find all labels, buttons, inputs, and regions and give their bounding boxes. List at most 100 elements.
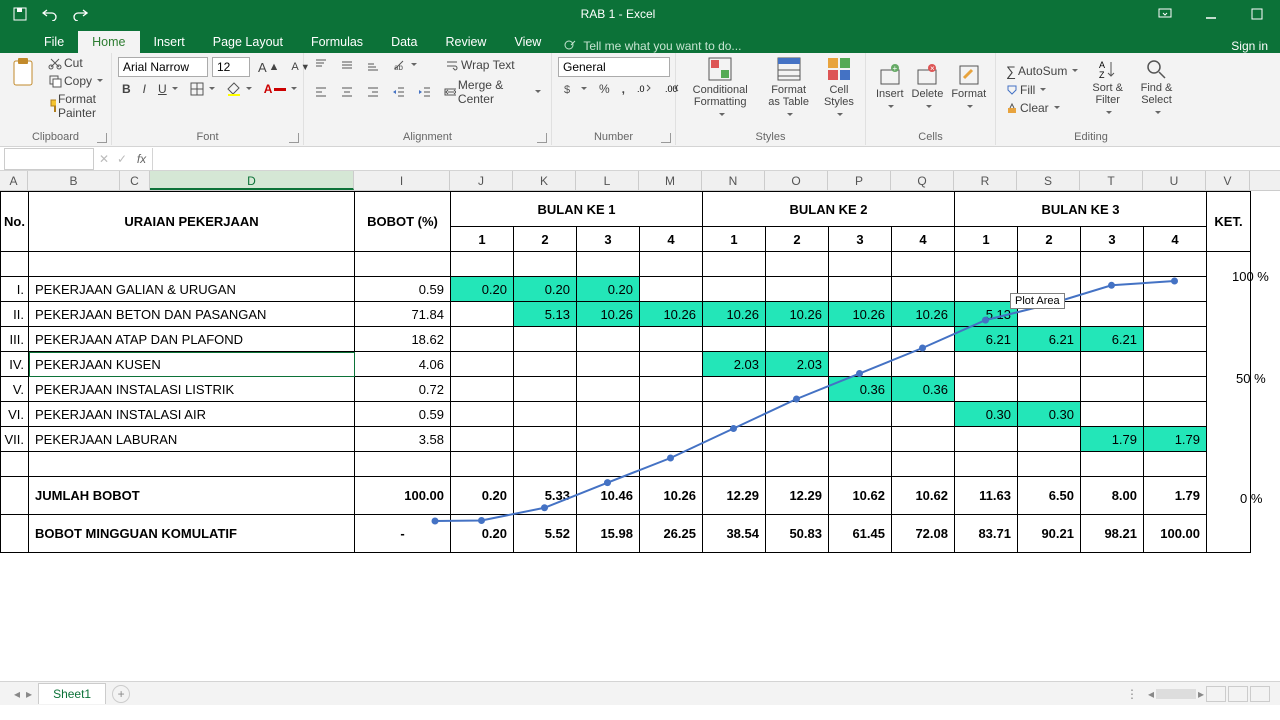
- cells-group-label: Cells: [918, 131, 942, 143]
- tab-file[interactable]: File: [30, 31, 78, 53]
- formula-bar: ✕ ✓ fx: [0, 147, 1280, 171]
- scroll-left-icon[interactable]: ◂: [1148, 687, 1154, 701]
- cut-button[interactable]: Cut: [44, 55, 107, 71]
- number-format-select[interactable]: [558, 57, 670, 77]
- scroll-right-icon[interactable]: ▸: [1198, 687, 1204, 701]
- new-sheet-icon[interactable]: +: [112, 685, 130, 703]
- axis-label-50: 50 %: [1236, 371, 1266, 386]
- svg-text:×: ×: [930, 64, 935, 73]
- increase-decimal-icon[interactable]: .0: [633, 81, 657, 97]
- chart-tooltip: Plot Area: [1010, 293, 1065, 309]
- formula-input[interactable]: [157, 149, 1280, 169]
- align-right-icon[interactable]: [362, 84, 384, 100]
- paste-button[interactable]: [6, 55, 40, 121]
- worksheet-grid[interactable]: ABCDIJKLMNOPQRSTUV No.URAIAN PEKERJAANBO…: [0, 171, 1280, 681]
- title-bar: RAB 1 - Excel: [0, 0, 1280, 28]
- tab-page-layout[interactable]: Page Layout: [199, 31, 297, 53]
- tab-review[interactable]: Review: [431, 31, 500, 53]
- svg-text:A: A: [1099, 60, 1105, 70]
- editing-group-label: Editing: [1074, 131, 1108, 143]
- ribbon-tabs: File Home Insert Page Layout Formulas Da…: [0, 28, 1280, 53]
- page-break-view-icon[interactable]: [1250, 686, 1270, 702]
- name-box[interactable]: [4, 148, 94, 170]
- ribbon-options-icon[interactable]: [1142, 0, 1188, 28]
- axis-label-0: 0 %: [1240, 491, 1262, 506]
- sort-filter-button[interactable]: AZSort & Filter: [1086, 56, 1129, 122]
- autosum-button[interactable]: ∑AutoSum: [1002, 62, 1082, 80]
- copy-button[interactable]: Copy: [44, 73, 107, 89]
- fill-color-button[interactable]: [223, 81, 256, 97]
- clear-button[interactable]: Clear: [1002, 100, 1082, 116]
- percent-button[interactable]: %: [595, 81, 614, 97]
- tab-view[interactable]: View: [500, 31, 555, 53]
- minimize-icon[interactable]: [1188, 0, 1234, 28]
- font-color-button[interactable]: A: [260, 81, 302, 97]
- orientation-icon[interactable]: ab: [388, 57, 421, 73]
- align-middle-icon[interactable]: [336, 57, 358, 73]
- fill-button[interactable]: Fill: [1002, 82, 1082, 98]
- maximize-icon[interactable]: [1234, 0, 1280, 28]
- axis-label-100: 100 %: [1232, 269, 1269, 284]
- format-painter-button[interactable]: Format Painter: [44, 91, 107, 121]
- align-left-icon[interactable]: [310, 84, 332, 100]
- sheet-tab[interactable]: Sheet1: [38, 683, 106, 704]
- enter-formula-icon[interactable]: ✓: [113, 152, 131, 166]
- sheet-tab-bar: ◂ ▸ Sheet1 + ⋮ ◂ ▸: [0, 681, 1280, 705]
- ribbon: Cut Copy Format Painter Clipboard A▲ A▼ …: [0, 53, 1280, 147]
- tell-me-search[interactable]: Tell me what you want to do...: [563, 39, 741, 53]
- conditional-formatting-button[interactable]: Conditional Formatting: [682, 54, 758, 124]
- next-sheet-icon[interactable]: ▸: [26, 687, 32, 701]
- svg-text:.0: .0: [637, 84, 645, 94]
- align-bottom-icon[interactable]: [362, 57, 384, 73]
- number-launcher-icon[interactable]: [661, 133, 671, 143]
- styles-group-label: Styles: [756, 131, 786, 143]
- tab-home[interactable]: Home: [78, 31, 139, 53]
- normal-view-icon[interactable]: [1206, 686, 1226, 702]
- svg-text:Z: Z: [1099, 70, 1105, 80]
- tab-insert[interactable]: Insert: [140, 31, 199, 53]
- number-group-label: Number: [594, 131, 633, 143]
- increase-font-icon[interactable]: A▲: [254, 59, 283, 76]
- bold-button[interactable]: B: [118, 81, 135, 97]
- delete-cells-button[interactable]: ×Delete: [908, 62, 948, 116]
- decrease-indent-icon[interactable]: [388, 84, 410, 100]
- clipboard-group-label: Clipboard: [32, 131, 79, 143]
- svg-text:$: $: [564, 84, 570, 96]
- tab-data[interactable]: Data: [377, 31, 431, 53]
- sign-in-link[interactable]: Sign in: [1231, 39, 1280, 53]
- save-icon[interactable]: [6, 2, 34, 26]
- borders-button[interactable]: [186, 81, 219, 97]
- font-size-input[interactable]: [212, 57, 250, 77]
- font-name-input[interactable]: [118, 57, 208, 77]
- comma-button[interactable]: ,: [618, 81, 629, 97]
- align-center-icon[interactable]: [336, 84, 358, 100]
- svg-text:+: +: [892, 64, 897, 73]
- page-layout-view-icon[interactable]: [1228, 686, 1248, 702]
- align-top-icon[interactable]: [310, 57, 332, 73]
- italic-button[interactable]: I: [139, 81, 150, 97]
- font-launcher-icon[interactable]: [289, 133, 299, 143]
- tab-formulas[interactable]: Formulas: [297, 31, 377, 53]
- accounting-format-button[interactable]: $: [558, 81, 591, 97]
- wrap-text-button[interactable]: Wrap Text: [441, 57, 519, 73]
- increase-indent-icon[interactable]: [414, 84, 436, 100]
- schedule-table[interactable]: No.URAIAN PEKERJAANBOBOT (%)BULAN KE 1BU…: [0, 191, 1251, 553]
- column-headers[interactable]: ABCDIJKLMNOPQRSTUV: [0, 171, 1280, 191]
- font-group-label: Font: [196, 131, 218, 143]
- cell-styles-button[interactable]: Cell Styles: [819, 54, 859, 124]
- cancel-formula-icon[interactable]: ✕: [95, 152, 113, 166]
- redo-icon[interactable]: [66, 2, 94, 26]
- prev-sheet-icon[interactable]: ◂: [14, 687, 20, 701]
- find-select-button[interactable]: Find & Select: [1133, 56, 1180, 122]
- alignment-group-label: Alignment: [403, 131, 452, 143]
- underline-button[interactable]: U: [154, 81, 182, 97]
- alignment-launcher-icon[interactable]: [537, 133, 547, 143]
- insert-cells-button[interactable]: +Insert: [872, 62, 908, 116]
- svg-text:ab: ab: [394, 63, 403, 72]
- fx-icon[interactable]: fx: [131, 148, 153, 170]
- merge-center-button[interactable]: Merge & Center: [440, 77, 545, 107]
- format-cells-button[interactable]: Format: [947, 62, 990, 116]
- clipboard-launcher-icon[interactable]: [97, 133, 107, 143]
- undo-icon[interactable]: [36, 2, 64, 26]
- format-as-table-button[interactable]: Format as Table: [760, 54, 817, 124]
